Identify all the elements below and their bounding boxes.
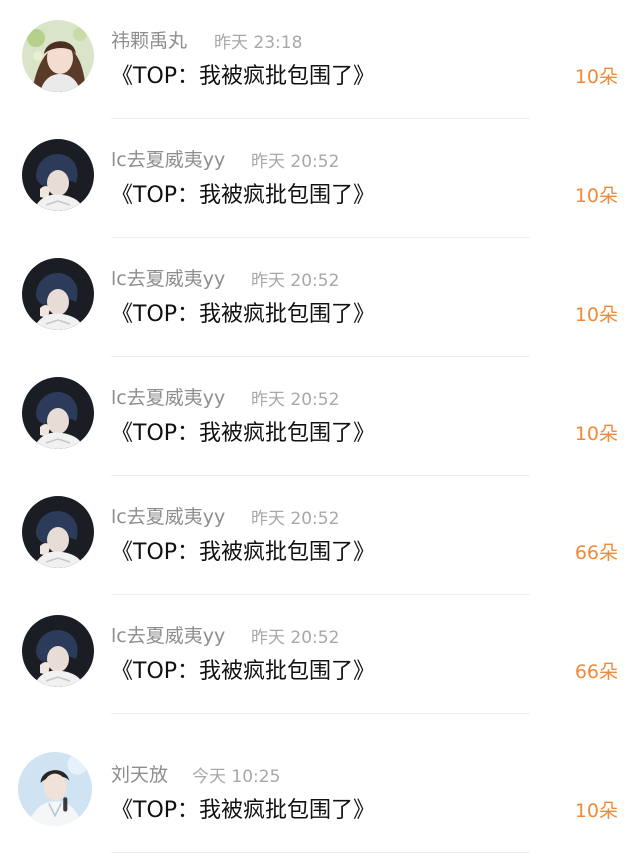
timestamp: 昨天 20:52 xyxy=(251,628,340,648)
user-name[interactable]: lc去夏威夷yy xyxy=(111,264,225,291)
avatar-boy-light-icon[interactable] xyxy=(18,752,92,826)
user-name[interactable]: lc去夏威夷yy xyxy=(111,502,225,529)
user-name[interactable]: lc去夏威夷yy xyxy=(111,145,225,172)
timestamp: 昨天 20:52 xyxy=(251,390,340,410)
flower-count: 10朵 xyxy=(574,304,618,326)
avatar-boy-dark-icon[interactable] xyxy=(22,496,94,568)
flower-count: 10朵 xyxy=(574,800,618,822)
comment-row[interactable]: lc去夏威夷yy 昨天 20:52 《TOP：我被疯批包围了》 66朵 xyxy=(0,595,640,714)
flower-count: 10朵 xyxy=(574,185,618,207)
comment-list: 祎颗禹丸 昨天 23:18 《TOP：我被疯批包围了》 10朵 lc去夏威夷yy… xyxy=(0,0,640,861)
comment-text: 《TOP：我被疯批包围了》 xyxy=(111,798,376,823)
comment-row[interactable]: lc去夏威夷yy 昨天 20:52 《TOP：我被疯批包围了》 10朵 xyxy=(0,238,640,357)
comment-text: 《TOP：我被疯批包围了》 xyxy=(111,183,376,208)
flower-count: 66朵 xyxy=(574,661,618,683)
comment-row[interactable]: 刘天放 今天 10:25 《TOP：我被疯批包围了》 10朵 xyxy=(0,734,640,861)
avatar-girl-icon[interactable] xyxy=(22,20,94,92)
avatar-boy-dark-icon[interactable] xyxy=(22,377,94,449)
avatar-boy-dark-icon[interactable] xyxy=(22,258,94,330)
timestamp: 昨天 20:52 xyxy=(251,152,340,172)
user-name[interactable]: lc去夏威夷yy xyxy=(111,621,225,648)
comment-text: 《TOP：我被疯批包围了》 xyxy=(111,421,376,446)
divider xyxy=(111,713,530,714)
flower-count: 10朵 xyxy=(574,423,618,445)
user-name[interactable]: lc去夏威夷yy xyxy=(111,383,225,410)
flower-count: 66朵 xyxy=(574,542,618,564)
divider xyxy=(111,852,530,853)
comment-row[interactable]: 祎颗禹丸 昨天 23:18 《TOP：我被疯批包围了》 10朵 xyxy=(0,0,640,119)
timestamp: 昨天 23:18 xyxy=(214,33,303,53)
flower-count: 10朵 xyxy=(574,66,618,88)
comment-text: 《TOP：我被疯批包围了》 xyxy=(111,659,376,684)
comment-text: 《TOP：我被疯批包围了》 xyxy=(111,302,376,327)
comment-text: 《TOP：我被疯批包围了》 xyxy=(111,64,376,89)
comment-row[interactable]: lc去夏威夷yy 昨天 20:52 《TOP：我被疯批包围了》 10朵 xyxy=(0,357,640,476)
timestamp: 今天 10:25 xyxy=(192,767,281,787)
timestamp: 昨天 20:52 xyxy=(251,271,340,291)
user-name[interactable]: 刘天放 xyxy=(111,760,168,787)
avatar-boy-dark-icon[interactable] xyxy=(22,139,94,211)
comment-text: 《TOP：我被疯批包围了》 xyxy=(111,540,376,565)
comment-row[interactable]: lc去夏威夷yy 昨天 20:52 《TOP：我被疯批包围了》 10朵 xyxy=(0,119,640,238)
comment-row[interactable]: lc去夏威夷yy 昨天 20:52 《TOP：我被疯批包围了》 66朵 xyxy=(0,476,640,595)
avatar-boy-dark-icon[interactable] xyxy=(22,615,94,687)
user-name[interactable]: 祎颗禹丸 xyxy=(111,26,187,53)
timestamp: 昨天 20:52 xyxy=(251,509,340,529)
